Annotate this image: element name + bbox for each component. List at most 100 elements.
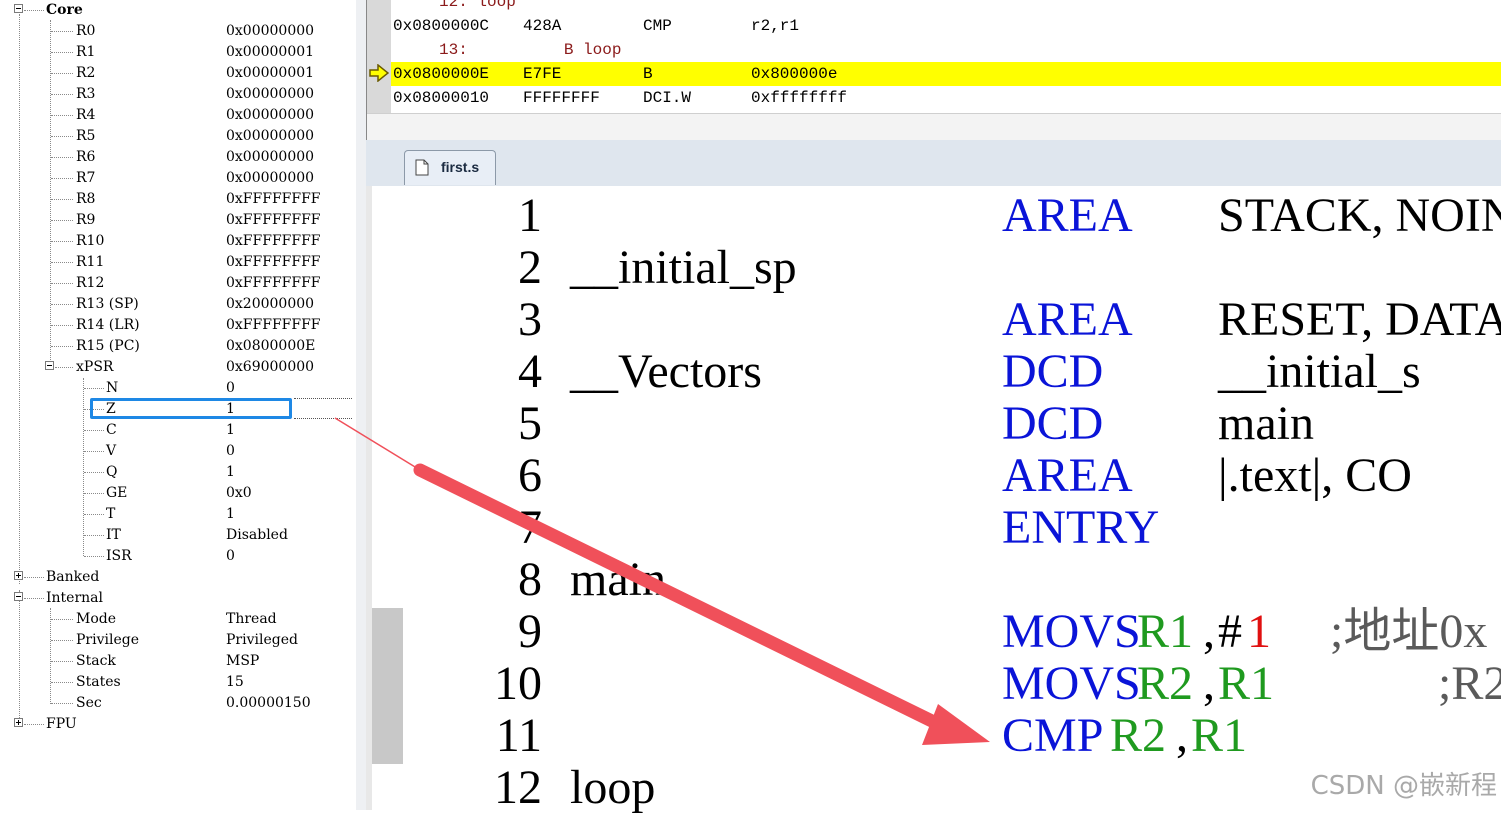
internal-row[interactable]: Sec 0.00000150 (0, 693, 356, 714)
code-register: R2 (1137, 657, 1194, 710)
flag-name: IT (106, 527, 121, 543)
register-row[interactable]: R7 0x00000000 (0, 168, 356, 189)
register-value[interactable]: 0xFFFFFFFF (226, 189, 321, 210)
flag-value[interactable]: Disabled (226, 525, 288, 546)
register-value[interactable]: 0x00000001 (226, 63, 314, 84)
code-line[interactable]: 11 CMP R2, R1 (372, 710, 1501, 762)
register-row[interactable]: R10 0xFFFFFFFF (0, 231, 356, 252)
instruction-row[interactable]: 0x0800000C 428A CMP r2,r1 (391, 14, 1501, 38)
register-value[interactable]: 0xFFFFFFFF (226, 315, 321, 336)
group-core[interactable]: Core (0, 0, 356, 21)
register-value[interactable]: 0x00000000 (226, 84, 314, 105)
register-value[interactable]: 0x00000001 (226, 42, 314, 63)
code-register: R1 (1191, 709, 1248, 762)
internal-value[interactable]: Thread (226, 609, 277, 630)
internal-value[interactable]: 0.00000150 (226, 693, 311, 714)
register-row[interactable]: R5 0x00000000 (0, 126, 356, 147)
register-row[interactable]: R6 0x00000000 (0, 147, 356, 168)
line-number: 9 (518, 605, 542, 658)
flag-value[interactable]: 1 (226, 462, 235, 483)
code-line[interactable]: 1 AREA STACK, NOIN (372, 190, 1501, 242)
expand-icon[interactable] (14, 718, 23, 727)
flag-row[interactable]: C1 (0, 420, 356, 441)
register-row[interactable]: R0 0x00000000 (0, 21, 356, 42)
code-line[interactable]: 7 ENTRY (372, 502, 1501, 554)
flag-value[interactable]: 1 (226, 504, 235, 525)
register-row[interactable]: R15 (PC) 0x0800000E (0, 336, 356, 357)
internal-value[interactable]: 15 (226, 672, 244, 693)
register-value[interactable]: 0xFFFFFFFF (226, 231, 321, 252)
group-banked[interactable]: Banked (0, 567, 356, 588)
flag-row[interactable]: Q1 (0, 462, 356, 483)
register-row[interactable]: R2 0x00000001 (0, 63, 356, 84)
collapse-icon[interactable] (14, 592, 23, 601)
flag-row[interactable]: T1 (0, 504, 356, 525)
register-row[interactable]: R1 0x00000001 (0, 42, 356, 63)
flag-value[interactable]: 0x0 (226, 483, 252, 504)
flag-row[interactable]: ISR 0 (0, 546, 356, 567)
source-text: 12: loop (439, 0, 516, 11)
disassembly-hscroll[interactable] (367, 113, 1501, 141)
group-fpu[interactable]: FPU (0, 714, 356, 735)
instruction-row[interactable]: 0x08000010 FFFFFFFF DCI.W 0xffffffff (391, 86, 1501, 110)
register-value[interactable]: 0x00000000 (226, 147, 314, 168)
mnemonic: CMP (643, 17, 672, 35)
register-value[interactable]: 0x69000000 (226, 357, 314, 378)
code-line[interactable]: 5 DCD main (372, 398, 1501, 450)
flag-value[interactable]: 0 (226, 378, 235, 399)
internal-name: Privilege (76, 632, 139, 648)
code-line[interactable]: 6 AREA |.text|, CO (372, 450, 1501, 502)
internal-value[interactable]: Privileged (226, 630, 298, 651)
flag-value[interactable]: 0 (226, 441, 235, 462)
flag-value[interactable]: 0 (226, 546, 235, 567)
register-row[interactable]: R14 (LR) 0xFFFFFFFF (0, 315, 356, 336)
internal-row[interactable]: Privilege Privileged (0, 630, 356, 651)
source-line-row[interactable]: 12: loop (391, 0, 1501, 14)
code-editor[interactable]: 1 AREA STACK, NOIN 2 __initial_sp 3 AREA RESET,… (366, 186, 1501, 814)
register-row[interactable]: R4 0x00000000 (0, 105, 356, 126)
register-value[interactable]: 0xFFFFFFFF (226, 252, 321, 273)
register-value[interactable]: 0x00000000 (226, 105, 314, 126)
flag-row[interactable]: V0 (0, 441, 356, 462)
register-row[interactable]: R3 0x00000000 (0, 84, 356, 105)
register-value[interactable]: 0x00000000 (226, 126, 314, 147)
register-value[interactable]: 0x00000000 (226, 21, 314, 42)
register-row-xpsr[interactable]: xPSR 0x69000000 (0, 357, 356, 378)
flag-row[interactable]: GE 0x0 (0, 483, 356, 504)
register-row[interactable]: R8 0xFFFFFFFF (0, 189, 356, 210)
code-line[interactable]: 8 main (372, 554, 1501, 606)
collapse-icon[interactable] (14, 4, 23, 13)
register-row[interactable]: R12 0xFFFFFFFF (0, 273, 356, 294)
flag-row[interactable]: IT Disabled (0, 525, 356, 546)
code-line[interactable]: 2 __initial_sp (372, 242, 1501, 294)
register-value[interactable]: 0xFFFFFFFF (226, 273, 321, 294)
register-row[interactable]: R13 (SP) 0x20000000 (0, 294, 356, 315)
register-name: R8 (76, 191, 96, 207)
code-line[interactable]: 9 MOVS R1, #1 ;地址0x (372, 606, 1501, 658)
collapse-icon[interactable] (45, 361, 54, 370)
register-row[interactable]: R9 0xFFFFFFFF (0, 210, 356, 231)
code-opcode: CMP (1002, 709, 1104, 762)
source-line-row[interactable]: 13: B loop (391, 38, 1501, 62)
flag-value[interactable]: 1 (226, 420, 235, 441)
internal-name: Mode (76, 611, 117, 627)
register-value[interactable]: 0x0800000E (226, 336, 315, 357)
code-line[interactable]: 4 __Vectors DCD __initial_s (372, 346, 1501, 398)
panel-splitter[interactable] (356, 0, 366, 810)
code-line[interactable]: 3 AREA RESET, DATA (372, 294, 1501, 346)
flag-row[interactable]: N0 (0, 378, 356, 399)
register-value[interactable]: 0xFFFFFFFF (226, 210, 321, 231)
internal-row[interactable]: Stack MSP (0, 651, 356, 672)
expand-icon[interactable] (14, 571, 23, 580)
register-value[interactable]: 0x00000000 (226, 168, 314, 189)
internal-value[interactable]: MSP (226, 651, 259, 672)
group-internal[interactable]: Internal (0, 588, 356, 609)
tab-first-s[interactable]: first.s (404, 150, 496, 185)
register-value[interactable]: 0x20000000 (226, 294, 314, 315)
internal-row[interactable]: Mode Thread (0, 609, 356, 630)
register-row[interactable]: R11 0xFFFFFFFF (0, 252, 356, 273)
current-instruction-row[interactable]: 0x0800000E E7FE B 0x800000e (391, 62, 1501, 86)
code-line[interactable]: 10 MOVS R2, R1 ;R2 (372, 658, 1501, 710)
internal-row[interactable]: States 15 (0, 672, 356, 693)
code-comment: ;R2 (1438, 657, 1501, 710)
